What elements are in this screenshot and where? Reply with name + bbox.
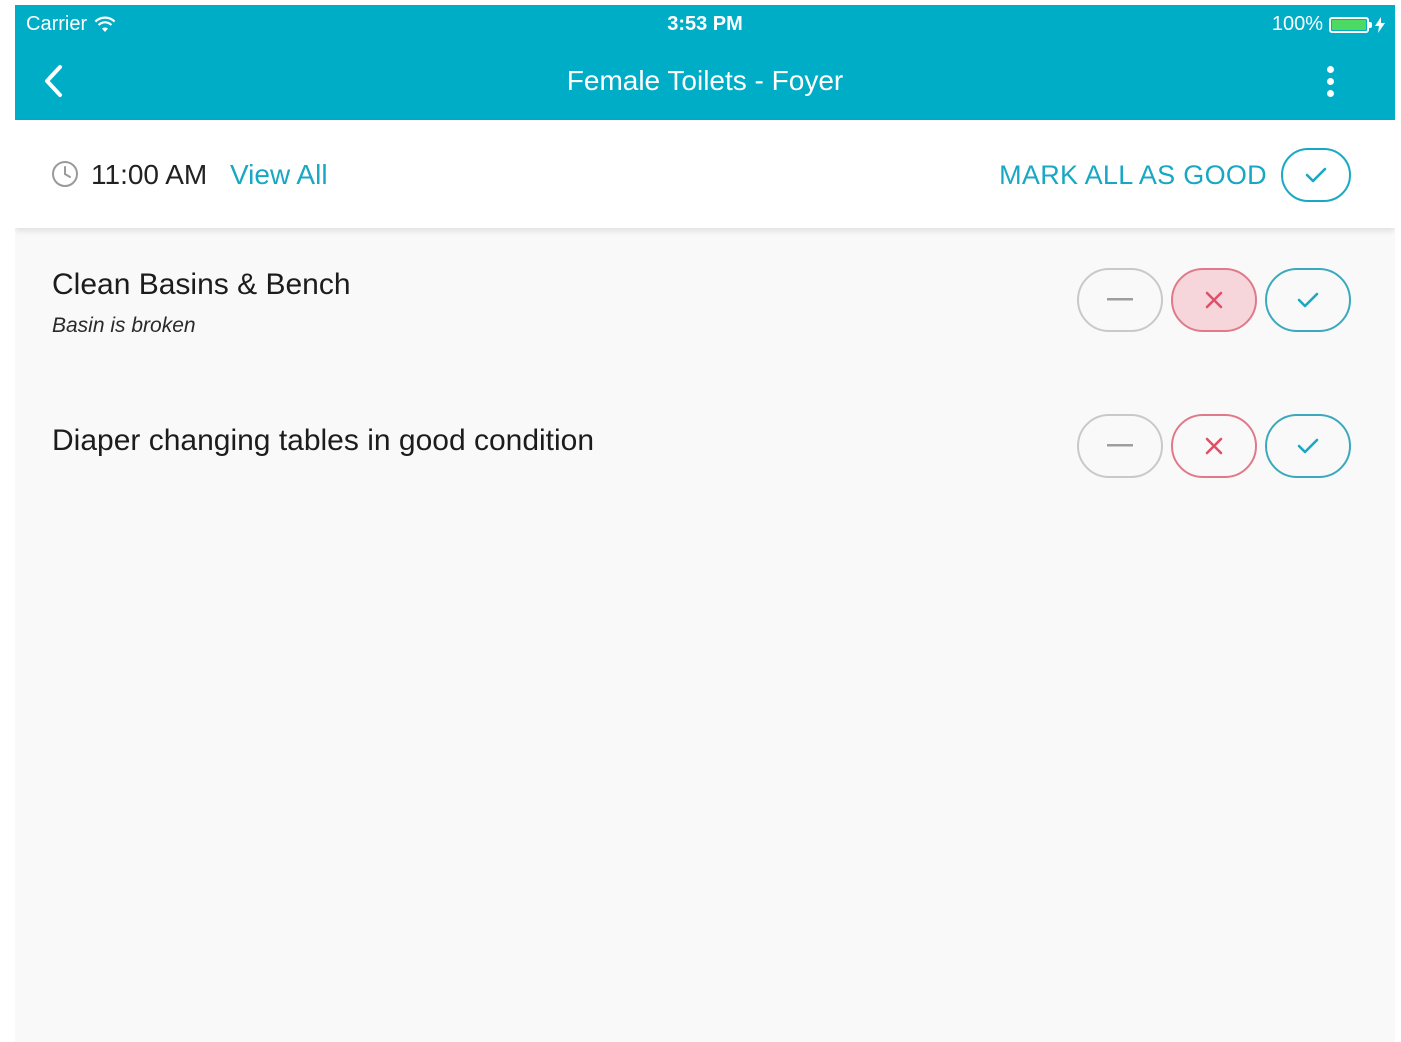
list-item: Diaper changing tables in good condition <box>15 378 1395 518</box>
inspection-time: 11:00 AM <box>91 159 208 190</box>
status-time: 3:53 PM <box>667 13 743 35</box>
battery-label: 100% <box>1271 13 1323 35</box>
more-dot-icon <box>1326 89 1334 97</box>
mark-all-good-label[interactable]: MARK ALL AS GOOD <box>999 160 1267 191</box>
not-applicable-button[interactable] <box>1077 268 1163 332</box>
view-all-link[interactable]: View All <box>230 159 328 191</box>
mark-bad-button[interactable] <box>1171 414 1257 478</box>
list-item: Clean Basins & Bench Basin is broken <box>15 228 1395 378</box>
minus-icon <box>1107 298 1133 301</box>
mark-good-button[interactable] <box>1265 414 1351 478</box>
more-dot-icon <box>1326 77 1334 85</box>
mark-bad-button[interactable] <box>1171 268 1257 332</box>
more-dot-icon <box>1326 65 1334 73</box>
item-title: Diaper changing tables in good condition <box>52 424 595 457</box>
item-note: Basin is broken <box>52 314 196 337</box>
battery-indicator: 100% <box>1272 13 1385 36</box>
charging-icon <box>1375 16 1385 33</box>
battery-icon <box>1329 16 1372 33</box>
nav-bar: Female Toilets - Foyer <box>15 43 1395 120</box>
not-applicable-button[interactable] <box>1077 414 1163 478</box>
page-title: Female Toilets - Foyer <box>566 65 844 96</box>
more-menu-button[interactable] <box>1315 61 1345 101</box>
minus-icon <box>1107 444 1133 447</box>
rating-buttons <box>1077 268 1351 332</box>
check-icon <box>1305 167 1327 183</box>
close-icon <box>1205 291 1223 309</box>
check-icon <box>1297 438 1319 454</box>
status-bar: Carrier 3:53 PM 100% <box>15 5 1395 43</box>
mark-all-good-button[interactable] <box>1281 148 1351 202</box>
check-icon <box>1297 292 1319 308</box>
time-bar: 11:00 AM View All MARK ALL AS GOOD <box>15 120 1395 228</box>
rating-buttons <box>1077 414 1351 478</box>
item-title: Clean Basins & Bench <box>52 268 351 301</box>
mark-good-button[interactable] <box>1265 268 1351 332</box>
header: Carrier 3:53 PM 100% Female Toilets - Fo… <box>15 5 1395 120</box>
clock-icon <box>52 161 78 187</box>
close-icon <box>1205 437 1223 455</box>
app-screen: Carrier 3:53 PM 100% Female Toilets - Fo… <box>15 5 1395 1042</box>
